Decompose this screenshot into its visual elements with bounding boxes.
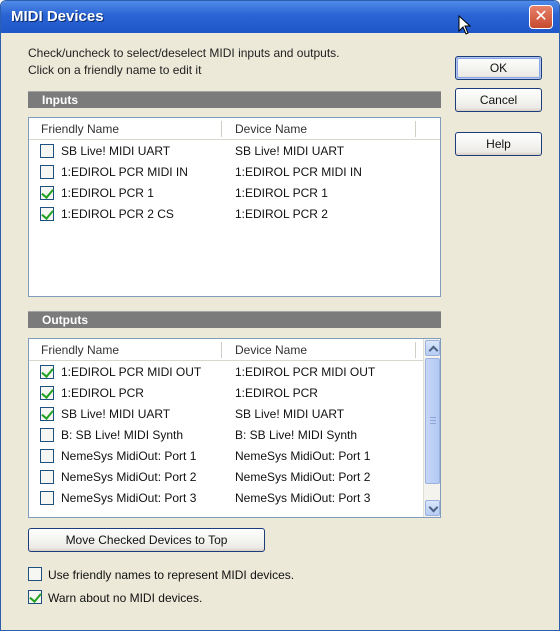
list-item[interactable]: 1:EDIROL PCR MIDI IN 1:EDIROL PCR MIDI IN [29, 162, 440, 183]
friendly-name-cell[interactable]: NemeSys MidiOut: Port 3 [61, 491, 196, 505]
inputs-col-friendly-name[interactable]: Friendly Name [41, 122, 119, 136]
device-name-cell: SB Live! MIDI UART [235, 144, 345, 158]
device-checkbox[interactable] [40, 470, 54, 484]
use-friendly-names-checkbox[interactable] [28, 567, 42, 581]
friendly-name-cell[interactable]: SB Live! MIDI UART [61, 144, 170, 158]
list-item[interactable]: NemeSys MidiOut: Port 3 NemeSys MidiOut: … [29, 488, 440, 509]
device-checkbox[interactable] [40, 428, 54, 442]
device-checkbox[interactable] [40, 144, 54, 158]
inputs-col-device-name[interactable]: Device Name [235, 122, 307, 136]
device-name-cell: 1:EDIROL PCR 1 [235, 186, 328, 200]
device-name-cell: B: SB Live! MIDI Synth [235, 428, 358, 442]
device-checkbox[interactable] [40, 407, 54, 421]
friendly-name-cell[interactable]: 1:EDIROL PCR 2 CS [61, 207, 174, 221]
column-separator[interactable] [221, 121, 222, 137]
device-checkbox[interactable] [40, 207, 54, 221]
outputs-scrollbar[interactable] [423, 339, 440, 517]
list-item[interactable]: 1:EDIROL PCR 1:EDIROL PCR [29, 383, 440, 404]
friendly-name-cell[interactable]: NemeSys MidiOut: Port 2 [61, 470, 196, 484]
friendly-name-cell[interactable]: SB Live! MIDI UART [61, 407, 170, 421]
device-name-cell: 1:EDIROL PCR 2 [235, 207, 328, 221]
outputs-list-header: Friendly Name Device Name [29, 339, 425, 361]
friendly-name-cell[interactable]: 1:EDIROL PCR 1 [61, 186, 154, 200]
close-button[interactable]: ✕ [529, 5, 553, 29]
friendly-name-cell[interactable]: 1:EDIROL PCR MIDI OUT [61, 365, 201, 379]
help-button[interactable]: Help [455, 132, 542, 156]
device-name-cell: NemeSys MidiOut: Port 2 [235, 470, 371, 484]
scroll-grip [430, 417, 436, 418]
device-name-cell: 1:EDIROL PCR MIDI OUT [235, 365, 376, 379]
list-item[interactable]: SB Live! MIDI UART SB Live! MIDI UART [29, 404, 440, 425]
scroll-down-arrow-icon[interactable] [425, 500, 440, 516]
list-item[interactable]: NemeSys MidiOut: Port 2 NemeSys MidiOut: … [29, 467, 440, 488]
warn-no-midi-label[interactable]: Warn about no MIDI devices. [48, 591, 202, 605]
scroll-grip [430, 420, 436, 421]
friendly-name-cell[interactable]: B: SB Live! MIDI Synth [61, 428, 183, 442]
list-item[interactable]: 1:EDIROL PCR 1 1:EDIROL PCR 1 [29, 183, 440, 204]
inputs-list-header: Friendly Name Device Name [29, 118, 440, 140]
title-bar[interactable]: MIDI Devices ✕ [1, 1, 559, 35]
friendly-name-cell[interactable]: 1:EDIROL PCR MIDI IN [61, 165, 188, 179]
outputs-list[interactable]: Friendly Name Device Name 1:EDIROL PCR M… [28, 338, 441, 518]
column-separator[interactable] [415, 121, 416, 137]
mouse-cursor-icon [458, 15, 472, 35]
device-name-cell: NemeSys MidiOut: Port 3 [235, 491, 371, 505]
device-name-cell: SB Live! MIDI UART [235, 407, 345, 421]
move-checked-to-top-button[interactable]: Move Checked Devices to Top [28, 528, 265, 552]
device-checkbox[interactable] [40, 449, 54, 463]
scroll-grip [430, 423, 436, 424]
scrollbar-thumb[interactable] [425, 358, 440, 484]
column-separator[interactable] [415, 342, 416, 358]
instructions: Check/uncheck to select/deselect MIDI in… [28, 45, 340, 79]
midi-devices-dialog: MIDI Devices ✕ Check/uncheck to select/d… [0, 0, 560, 631]
outputs-col-device-name[interactable]: Device Name [235, 343, 307, 357]
list-item[interactable]: 1:EDIROL PCR 2 CS 1:EDIROL PCR 2 [29, 204, 440, 225]
device-checkbox[interactable] [40, 386, 54, 400]
use-friendly-names-label[interactable]: Use friendly names to represent MIDI dev… [48, 568, 294, 582]
close-icon: ✕ [534, 8, 548, 25]
window-title: MIDI Devices [11, 8, 104, 25]
list-item[interactable]: B: SB Live! MIDI Synth B: SB Live! MIDI S… [29, 425, 440, 446]
ok-button[interactable]: OK [455, 56, 542, 80]
list-item[interactable]: 1:EDIROL PCR MIDI OUT 1:EDIROL PCR MIDI O… [29, 362, 440, 383]
inputs-list[interactable]: Friendly Name Device Name SB Live! MIDI … [28, 117, 441, 297]
cancel-button[interactable]: Cancel [455, 88, 542, 112]
outputs-section-header: Outputs [28, 311, 441, 328]
device-name-cell: 1:EDIROL PCR MIDI IN [235, 165, 362, 179]
scroll-up-arrow-icon[interactable] [425, 340, 440, 356]
warn-no-midi-checkbox[interactable] [28, 590, 42, 604]
device-name-cell: NemeSys MidiOut: Port 1 [235, 449, 371, 463]
list-item[interactable]: SB Live! MIDI UART SB Live! MIDI UART [29, 141, 440, 162]
device-checkbox[interactable] [40, 186, 54, 200]
friendly-name-cell[interactable]: 1:EDIROL PCR [61, 386, 144, 400]
device-checkbox[interactable] [40, 165, 54, 179]
outputs-col-friendly-name[interactable]: Friendly Name [41, 343, 119, 357]
inputs-section-header: Inputs [28, 91, 441, 108]
device-checkbox[interactable] [40, 491, 54, 505]
friendly-name-cell[interactable]: NemeSys MidiOut: Port 1 [61, 449, 196, 463]
instructions-line-2: Click on a friendly name to edit it [28, 63, 202, 77]
list-item[interactable]: NemeSys MidiOut: Port 1 NemeSys MidiOut: … [29, 446, 440, 467]
column-separator[interactable] [221, 342, 222, 358]
device-name-cell: 1:EDIROL PCR [235, 386, 318, 400]
device-checkbox[interactable] [40, 365, 54, 379]
instructions-line-1: Check/uncheck to select/deselect MIDI in… [28, 46, 340, 60]
